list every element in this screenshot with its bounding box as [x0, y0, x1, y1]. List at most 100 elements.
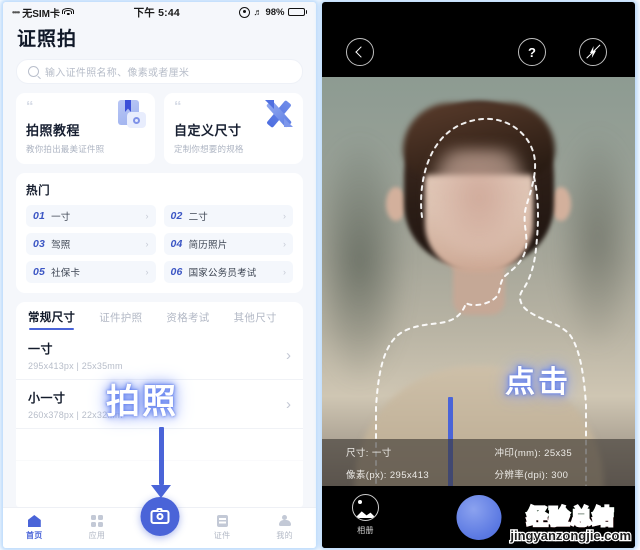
list-item[interactable]: 一寸 295x413px | 25x35mm › [16, 331, 303, 380]
chevron-right-icon: › [145, 267, 149, 277]
camera-fab-button[interactable] [140, 497, 179, 536]
signal-dots-icon: •••• [12, 7, 20, 17]
chevron-right-icon: › [283, 267, 286, 277]
hot-section: 热门 01 一寸 › 02 二寸 › 03 驾照 › 04 简历照片 › 05 … [16, 173, 303, 293]
hot-item-label: 国家公务员考试 [188, 268, 257, 279]
chevron-right-icon: › [145, 211, 149, 221]
sidebar-item-profile[interactable]: 我的 [253, 515, 316, 541]
left-phone-screen: •••• 无SIM卡 下午 5:44 ♬ 98% 证照拍 输入证件照名称、像素或… [3, 2, 316, 548]
photo-icon [352, 494, 379, 521]
hot-item-02[interactable]: 02 二寸 › [163, 205, 293, 227]
search-input[interactable]: 输入证件照名称、像素或者厘米 [16, 59, 303, 84]
hot-item-number: 01 [33, 210, 46, 222]
status-bar-left: •••• 无SIM卡 [12, 5, 75, 20]
hot-item-number: 05 [33, 266, 46, 278]
search-icon [28, 66, 39, 77]
hot-item-01[interactable]: 01 一寸 › [26, 205, 156, 227]
list-item[interactable] [16, 429, 303, 461]
status-bar: •••• 无SIM卡 下午 5:44 ♬ 98% [3, 2, 316, 22]
tab-label: 证件 [213, 531, 231, 540]
page-title: 证照拍 [17, 29, 78, 50]
hot-item-06[interactable]: 06 国家公务员考试 › [163, 261, 293, 283]
right-phone-camera-screen: ? 点击 尺寸: 一寸 像素(px): 295x413 冲印(mm): 25x3… [322, 2, 635, 548]
size-list: 一寸 295x413px | 25x35mm › 小一寸 260x378px |… [16, 331, 303, 507]
sidebar-item-home[interactable]: 首页 [3, 515, 66, 541]
status-bar-right: ♬ 98% [239, 6, 307, 18]
photo-spec-bar: 尺寸: 一寸 像素(px): 295x413 冲印(mm): 25x35 分辨率… [322, 439, 635, 486]
watermark-en: jingyanzongjie.com [509, 527, 632, 544]
hot-item-label: 一寸 [51, 212, 71, 223]
subject-person [322, 77, 635, 486]
feature-cards: “ 拍照教程 教你拍出最美证件照 “ 自定义尺寸 定制你想要的规格 [3, 93, 316, 173]
hot-grid: 01 一寸 › 02 二寸 › 03 驾照 › 04 简历照片 › 05 社保卡… [26, 205, 293, 283]
hot-item-number: 02 [170, 210, 183, 222]
spec-column-right: 冲印(mm): 25x35 分辨率(dpi): 300 [487, 445, 636, 481]
list-item[interactable]: 小一寸 260x378px | 22x32mm › [16, 380, 303, 429]
hot-item-label: 二寸 [188, 212, 208, 223]
wifi-icon [62, 7, 75, 17]
chevron-right-icon: › [283, 211, 286, 221]
search-bar-wrap: 输入证件照名称、像素或者厘米 [3, 59, 316, 93]
tab-qualification-exam[interactable]: 资格考试 [166, 310, 209, 331]
spec-size: 尺寸: 一寸 [346, 447, 392, 459]
status-time: 下午 5:44 [133, 6, 180, 19]
size-category-tabs: 常规尺寸 证件护照 资格考试 其他尺寸 [16, 302, 303, 331]
hot-item-05[interactable]: 05 社保卡 › [26, 261, 156, 283]
tab-label: 我的 [276, 531, 293, 540]
sidebar-item-apps[interactable]: 应用 [66, 515, 129, 541]
shutter-button[interactable] [456, 495, 501, 540]
camera-icon [150, 507, 169, 524]
battery-icon [287, 8, 307, 16]
tab-label: 首页 [25, 531, 43, 540]
sidebar-item-documents[interactable]: 证件 [191, 515, 254, 541]
size-name: 一寸 [28, 342, 54, 356]
chevron-right-icon: › [286, 396, 291, 413]
tab-regular-sizes[interactable]: 常规尺寸 [28, 309, 75, 331]
bottom-tab-bar: 首页 应用 证件 我的 [3, 497, 316, 548]
size-meta: 260x378px | 22x32mm [28, 410, 123, 420]
spec-column-left: 尺寸: 一寸 像素(px): 295x413 [322, 445, 487, 481]
home-icon [27, 515, 41, 527]
size-meta: 295x413px | 25x35mm [28, 361, 123, 371]
size-name: 小一寸 [28, 391, 66, 405]
spec-print: 冲印(mm): 25x35 [494, 447, 573, 459]
screenshot-root: •••• 无SIM卡 下午 5:44 ♬ 98% 证照拍 输入证件照名称、像素或… [0, 0, 640, 550]
card-photo-tutorial[interactable]: “ 拍照教程 教你拍出最美证件照 [16, 93, 155, 164]
hot-item-03[interactable]: 03 驾照 › [26, 233, 156, 255]
document-icon [216, 515, 228, 527]
card-custom-size[interactable]: “ 自定义尺寸 定制你想要的规格 [164, 93, 303, 164]
tab-label: 应用 [88, 531, 106, 540]
camera-top-bar: ? [322, 2, 635, 77]
help-button[interactable]: ? [518, 38, 546, 66]
watermark: 经验总结 jingyanzongjie.com [509, 505, 632, 544]
search-placeholder: 输入证件照名称、像素或者厘米 [45, 68, 190, 79]
book-camera-icon [114, 97, 148, 131]
camera-bottom-bar: 相册 经验总结 jingyanzongjie.com [322, 486, 635, 548]
carrier-label: 无SIM卡 [22, 8, 60, 20]
tab-other-sizes[interactable]: 其他尺寸 [234, 310, 277, 331]
watermark-cn: 经验总结 [510, 505, 631, 529]
card-subtitle: 教你拍出最美证件照 [26, 144, 105, 154]
tab-id-passport[interactable]: 证件护照 [99, 310, 142, 331]
flash-button[interactable] [579, 38, 607, 66]
location-icon [239, 6, 251, 18]
hot-item-label: 简历照片 [188, 240, 228, 251]
battery-percent: 98% [265, 6, 285, 18]
grid-icon [90, 515, 103, 527]
headphones-icon: ♬ [253, 7, 263, 17]
chevron-right-icon: › [145, 239, 149, 249]
pencil-ruler-icon [262, 97, 296, 131]
back-button[interactable] [346, 38, 374, 66]
flash-off-icon [586, 45, 600, 59]
hot-item-label: 驾照 [51, 240, 71, 251]
hot-item-04[interactable]: 04 简历照片 › [163, 233, 293, 255]
question-mark-icon: ? [528, 44, 536, 60]
spec-pixels: 像素(px): 295x413 [346, 469, 430, 481]
album-label: 相册 [357, 526, 374, 535]
album-button[interactable]: 相册 [352, 494, 379, 536]
hot-section-title: 热门 [26, 185, 51, 197]
spec-dpi: 分辨率(dpi): 300 [494, 469, 569, 481]
hot-item-number: 04 [170, 238, 183, 250]
chevron-right-icon: › [283, 239, 286, 249]
camera-viewfinder[interactable] [322, 77, 635, 486]
